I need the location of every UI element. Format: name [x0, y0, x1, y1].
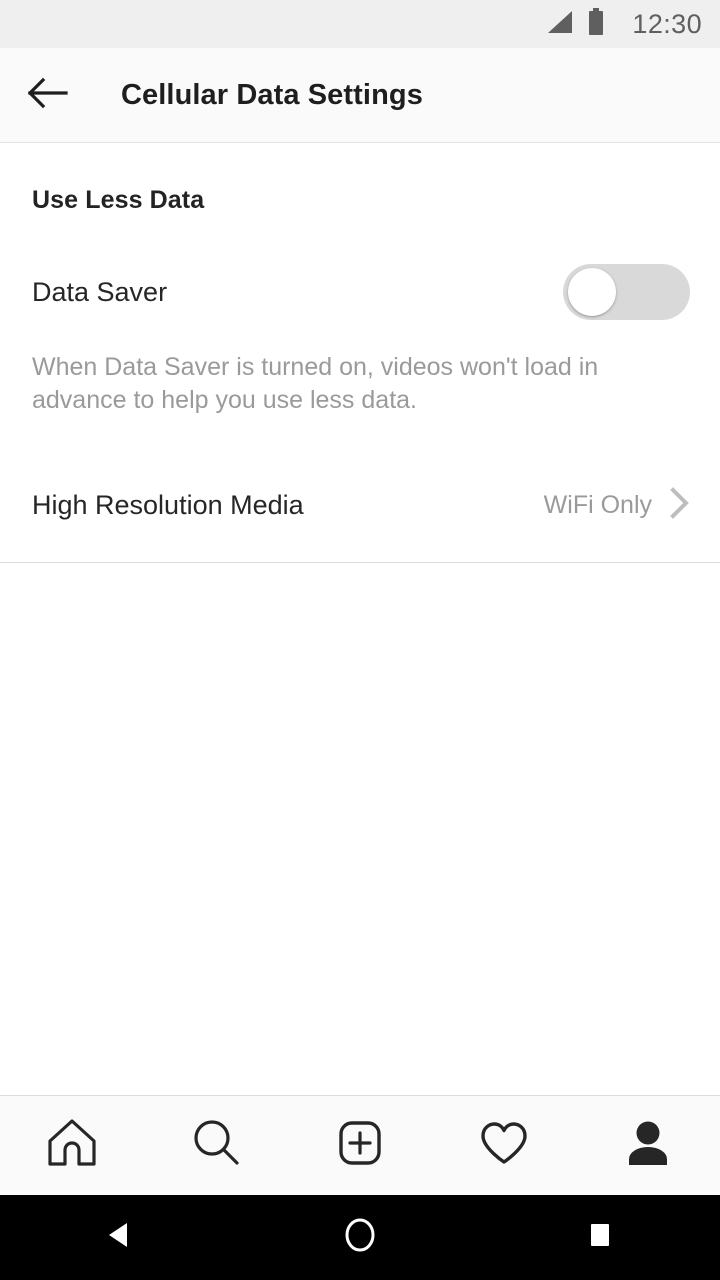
tab-home[interactable] [12, 1096, 132, 1196]
high-resolution-media-row[interactable]: High Resolution Media WiFi Only [0, 462, 720, 548]
data-saver-toggle[interactable] [563, 264, 690, 320]
chevron-right-icon [668, 486, 690, 525]
data-saver-label: Data Saver [32, 276, 168, 307]
high-resolution-media-value-group: WiFi Only [544, 486, 690, 525]
battery-icon [587, 7, 605, 41]
section-divider [0, 562, 720, 563]
home-icon [44, 1115, 100, 1176]
plus-square-icon [332, 1115, 388, 1176]
system-recents-button[interactable] [520, 1195, 680, 1280]
tab-profile[interactable] [588, 1096, 708, 1196]
status-bar-time: 12:30 [632, 8, 702, 39]
arrow-left-icon [26, 75, 70, 116]
triangle-back-icon [105, 1219, 135, 1256]
person-filled-icon [620, 1115, 676, 1176]
android-system-nav [0, 1195, 720, 1280]
circle-home-icon [342, 1215, 378, 1260]
tab-search[interactable] [156, 1096, 276, 1196]
search-icon [188, 1115, 244, 1176]
toggle-knob [568, 268, 616, 316]
cellular-signal-icon [544, 9, 574, 40]
settings-content: Use Less Data Data Saver When Data Saver… [0, 143, 720, 1095]
page-title: Cellular Data Settings [121, 78, 423, 111]
high-resolution-media-label: High Resolution Media [32, 489, 304, 520]
heart-icon [476, 1115, 532, 1176]
data-saver-row[interactable]: Data Saver [0, 247, 720, 337]
tab-create[interactable] [300, 1096, 420, 1196]
bottom-tab-bar [0, 1095, 720, 1195]
status-bar: 12:30 [0, 0, 720, 48]
back-button[interactable] [0, 48, 96, 143]
data-saver-description: When Data Saver is turned on, videos won… [32, 353, 599, 414]
high-resolution-media-value: WiFi Only [543, 490, 652, 519]
square-recents-icon [587, 1220, 613, 1255]
app-header: Cellular Data Settings [0, 48, 720, 143]
phone-screen: 12:30 Cellular Data Settings Use Less Da… [0, 0, 720, 1280]
section-header-use-less-data: Use Less Data [32, 186, 205, 214]
system-back-button[interactable] [40, 1195, 200, 1280]
status-bar-icons: 12:30 [544, 7, 702, 41]
system-home-button[interactable] [280, 1195, 440, 1280]
tab-activity[interactable] [444, 1096, 564, 1196]
